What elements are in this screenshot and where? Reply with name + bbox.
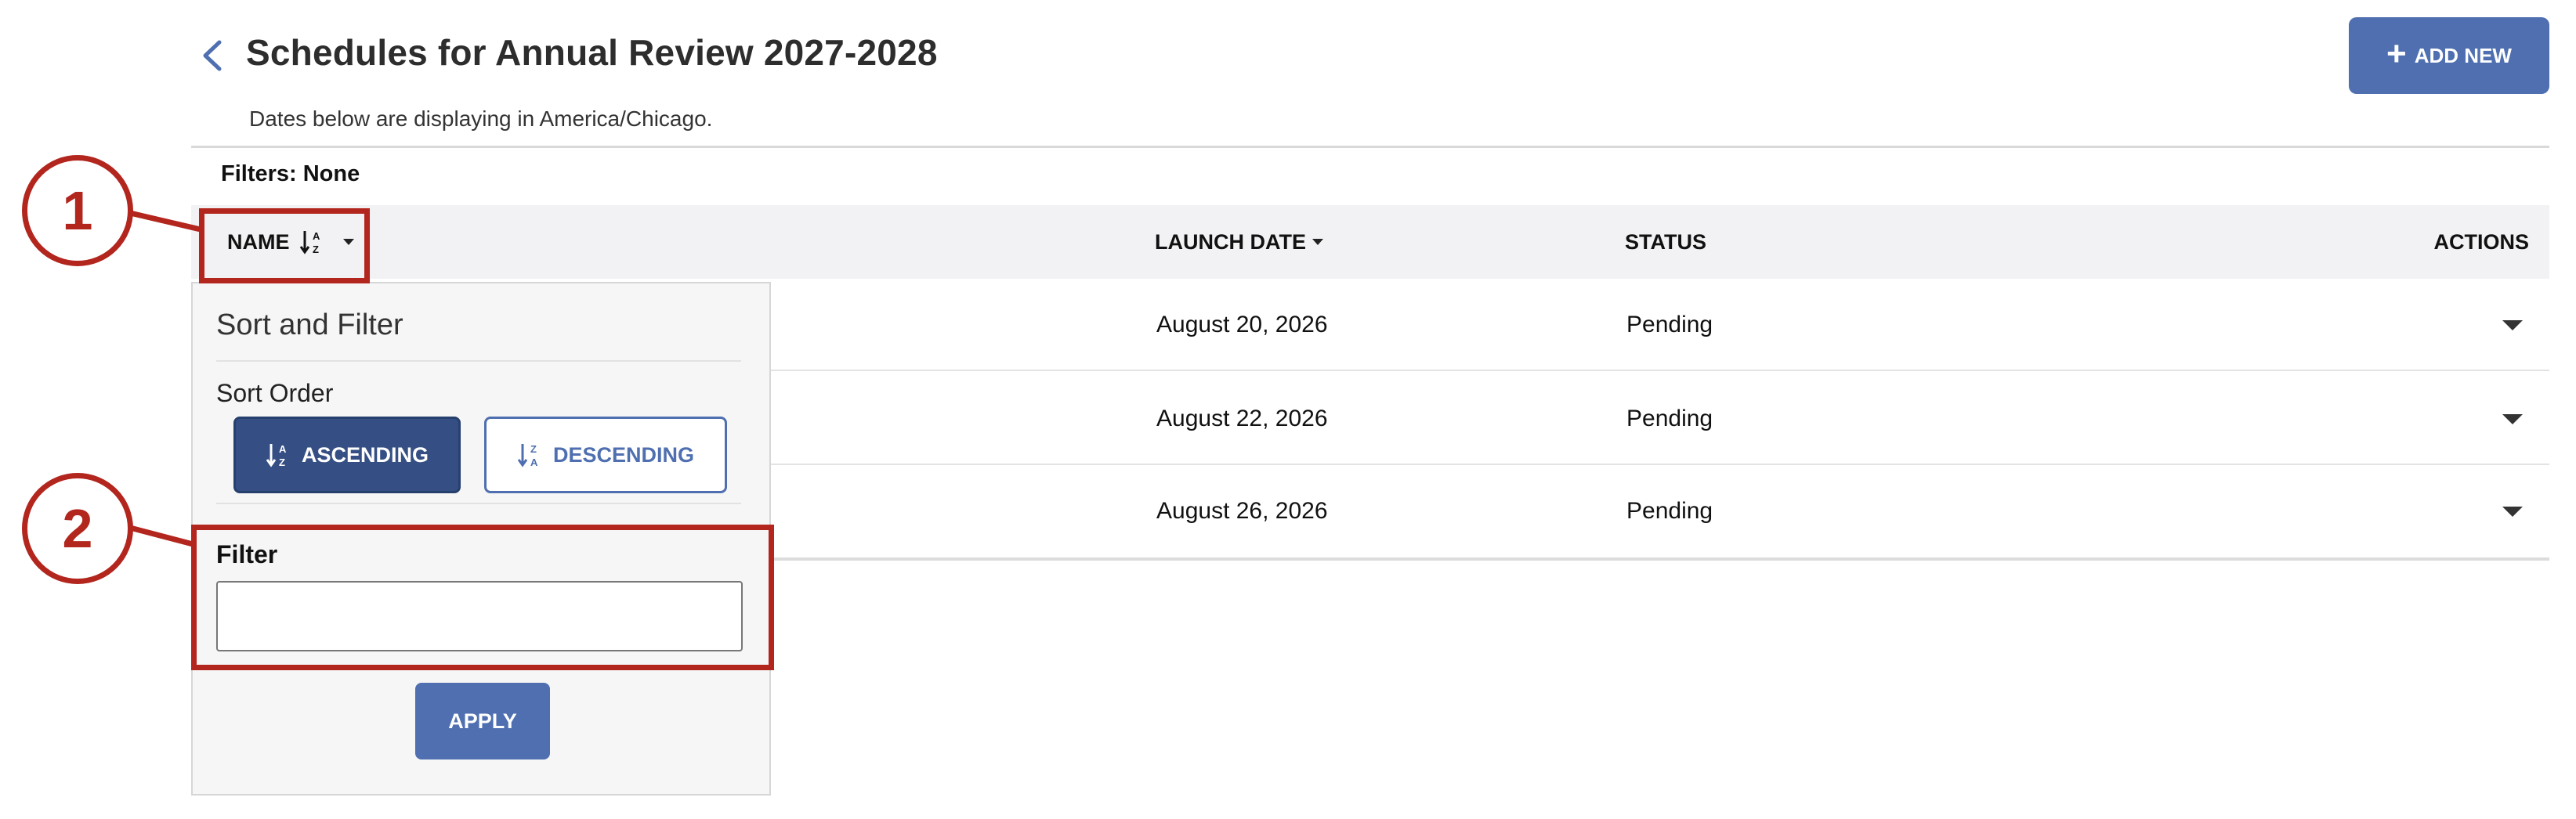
row-actions-dropdown[interactable] xyxy=(2502,279,2523,371)
filters-summary: Filters: None xyxy=(221,161,360,186)
row-status: Pending xyxy=(1626,312,1713,337)
chevron-left-icon[interactable] xyxy=(197,38,229,74)
row-launch-date: August 26, 2026 xyxy=(1156,498,1328,524)
sort-descending-button[interactable]: Z A DESCENDING xyxy=(484,417,727,493)
sort-descending-icon: Z A xyxy=(517,443,538,468)
highlight-name-column-header xyxy=(199,208,370,283)
descending-label: DESCENDING xyxy=(552,442,695,467)
ascending-label: ASCENDING xyxy=(301,442,429,467)
column-header-actions: ACTIONS xyxy=(2433,229,2530,254)
add-new-button[interactable]: + ADD NEW xyxy=(2349,17,2549,94)
page-title: Schedules for Annual Review 2027-2028 xyxy=(246,32,938,73)
apply-button[interactable]: APPLY xyxy=(415,683,550,759)
row-status: Pending xyxy=(1626,498,1713,524)
row-actions-dropdown[interactable] xyxy=(2502,465,2523,557)
annotation-marker-1: 1 xyxy=(22,155,133,266)
sort-ascending-icon: A Z xyxy=(266,443,287,468)
annotation-marker-2: 2 xyxy=(22,473,133,584)
row-actions-dropdown[interactable] xyxy=(2502,373,2523,465)
sort-order-label: Sort Order xyxy=(216,379,334,407)
svg-text:Z: Z xyxy=(279,456,285,468)
svg-text:A: A xyxy=(530,456,538,468)
highlight-filter-field xyxy=(191,525,774,670)
caret-down-icon xyxy=(2502,319,2523,330)
divider xyxy=(216,503,741,504)
column-header-launch-date[interactable]: LAUNCH DATE xyxy=(1155,205,1323,279)
timezone-note: Dates below are displaying in America/Ch… xyxy=(249,106,713,131)
caret-down-icon xyxy=(2502,413,2523,424)
row-launch-date: August 20, 2026 xyxy=(1156,312,1328,337)
chevron-down-icon xyxy=(1312,239,1323,245)
sort-ascending-button[interactable]: A Z ASCENDING xyxy=(233,417,461,493)
caret-down-icon xyxy=(2502,506,2523,517)
svg-text:Z: Z xyxy=(530,443,537,455)
plus-icon: + xyxy=(2386,34,2407,73)
column-header-status: STATUS xyxy=(1625,229,1706,254)
panel-title: Sort and Filter xyxy=(216,308,403,341)
table-header: NAME A Z LAUNCH DATE STATUS ACTIONS xyxy=(191,205,2549,279)
row-status: Pending xyxy=(1626,406,1713,431)
divider xyxy=(216,360,741,362)
svg-text:A: A xyxy=(279,443,287,455)
column-launch-date-label: LAUNCH DATE xyxy=(1155,229,1306,254)
row-launch-date: August 22, 2026 xyxy=(1156,406,1328,431)
divider xyxy=(191,146,2549,148)
add-new-label: ADD NEW xyxy=(2414,43,2512,67)
